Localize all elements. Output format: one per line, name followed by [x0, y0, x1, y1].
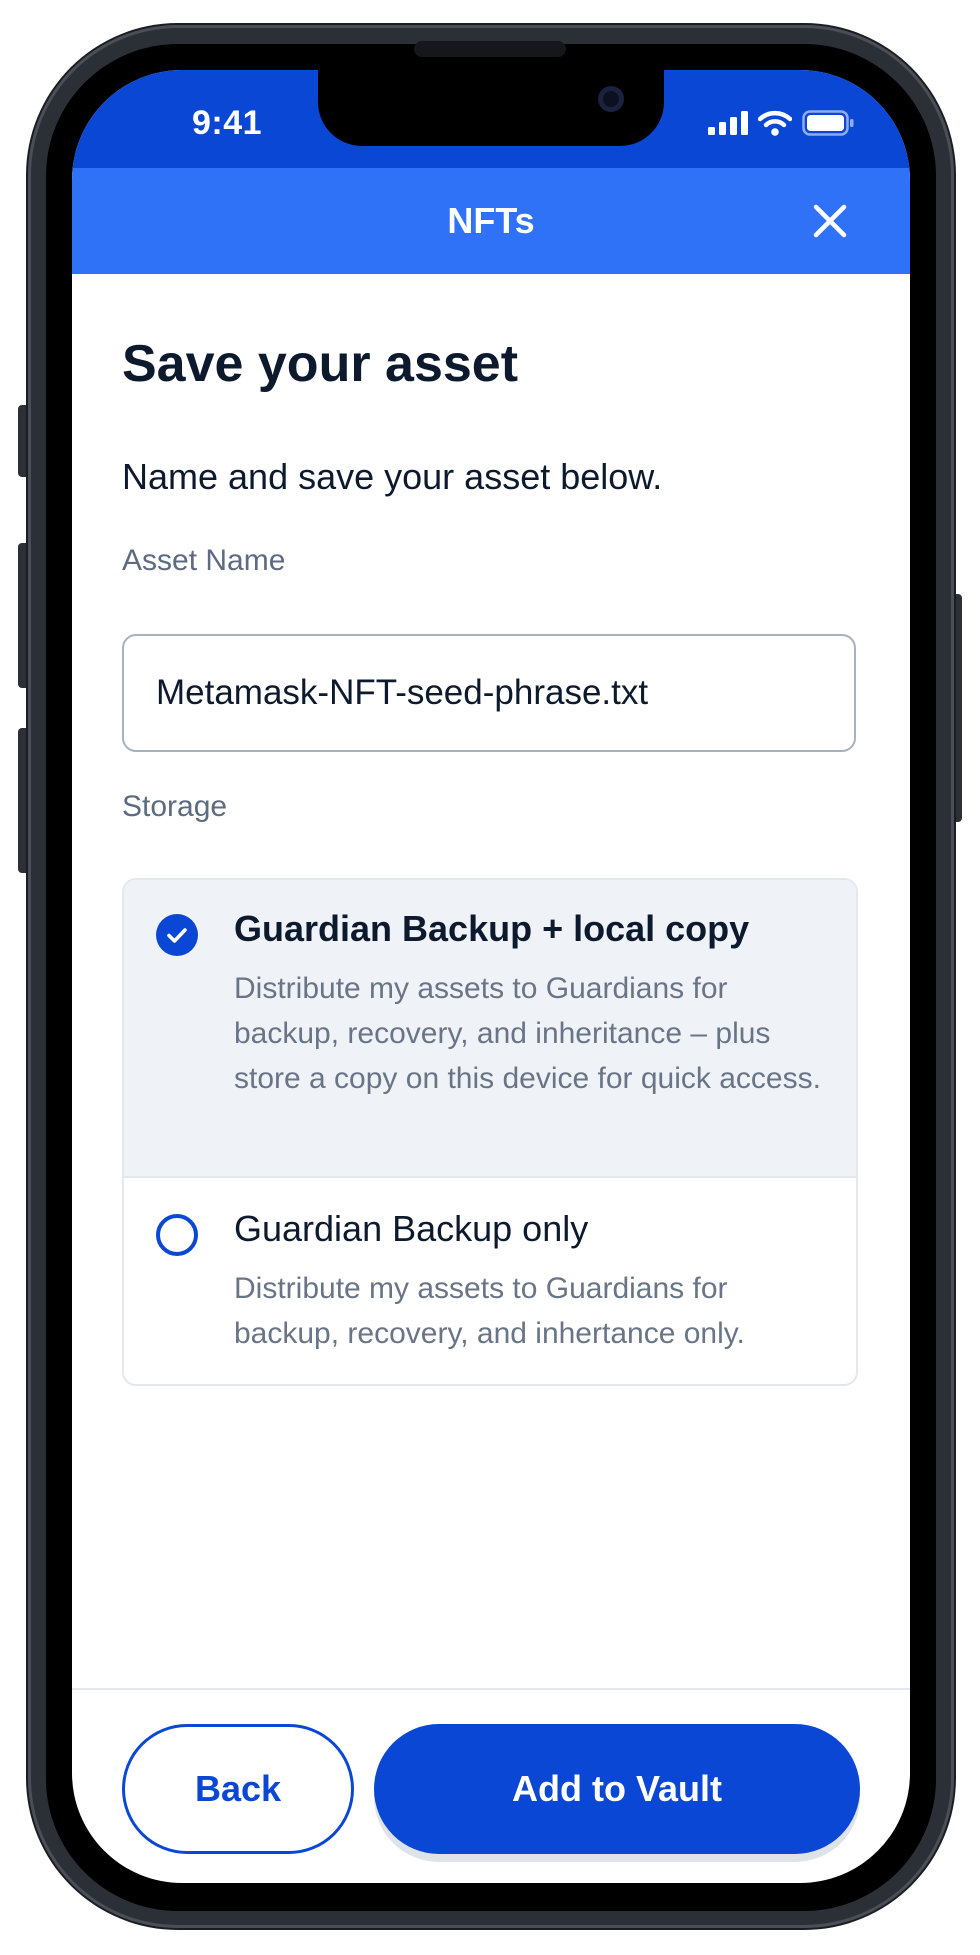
- close-button[interactable]: [810, 201, 850, 241]
- wifi-icon: [758, 110, 792, 136]
- header-bar: NFTs: [72, 168, 910, 274]
- option-description: Distribute my assets to Guardians for ba…: [234, 1272, 745, 1350]
- earpiece-speaker: [414, 41, 566, 57]
- close-icon: [813, 204, 847, 238]
- page-subtitle: Name and save your asset below.: [122, 456, 663, 497]
- storage-label: Storage: [122, 790, 228, 823]
- add-to-vault-button[interactable]: Add to Vault: [374, 1724, 860, 1854]
- storage-option-guardian-backup-local-copy[interactable]: Guardian Backup + local copy Distribute …: [124, 880, 856, 1178]
- storage-options: Guardian Backup + local copy Distribute …: [122, 878, 858, 1386]
- app-screen: 9:41 NFTs Save your asset Name and save …: [72, 70, 910, 1883]
- battery-icon: [802, 110, 854, 136]
- radio-unchecked-icon[interactable]: [156, 1214, 198, 1256]
- screenshot-stage: 9:41 NFTs Save your asset Name and save …: [0, 0, 980, 1955]
- header-title: NFTs: [447, 200, 535, 241]
- back-button[interactable]: Back: [122, 1724, 354, 1854]
- option-title: Guardian Backup + local copy: [234, 908, 750, 949]
- footer-divider: [72, 1688, 910, 1690]
- asset-name-input[interactable]: [122, 634, 856, 752]
- front-camera: [598, 86, 624, 112]
- device-notch: [318, 70, 664, 146]
- checkmark-icon: [167, 928, 187, 943]
- page-title: Save your asset: [122, 335, 519, 393]
- cellular-signal-icon: [708, 111, 748, 135]
- asset-name-label: Asset Name: [122, 544, 286, 577]
- storage-option-guardian-backup-only[interactable]: Guardian Backup only Distribute my asset…: [124, 1178, 856, 1384]
- status-bar: 9:41: [72, 70, 910, 168]
- status-icons: [708, 110, 854, 136]
- option-description: Distribute my assets to Guardians for ba…: [234, 972, 821, 1095]
- status-time: 9:41: [192, 104, 263, 142]
- radio-checked-icon[interactable]: [156, 914, 198, 956]
- option-title: Guardian Backup only: [234, 1208, 589, 1249]
